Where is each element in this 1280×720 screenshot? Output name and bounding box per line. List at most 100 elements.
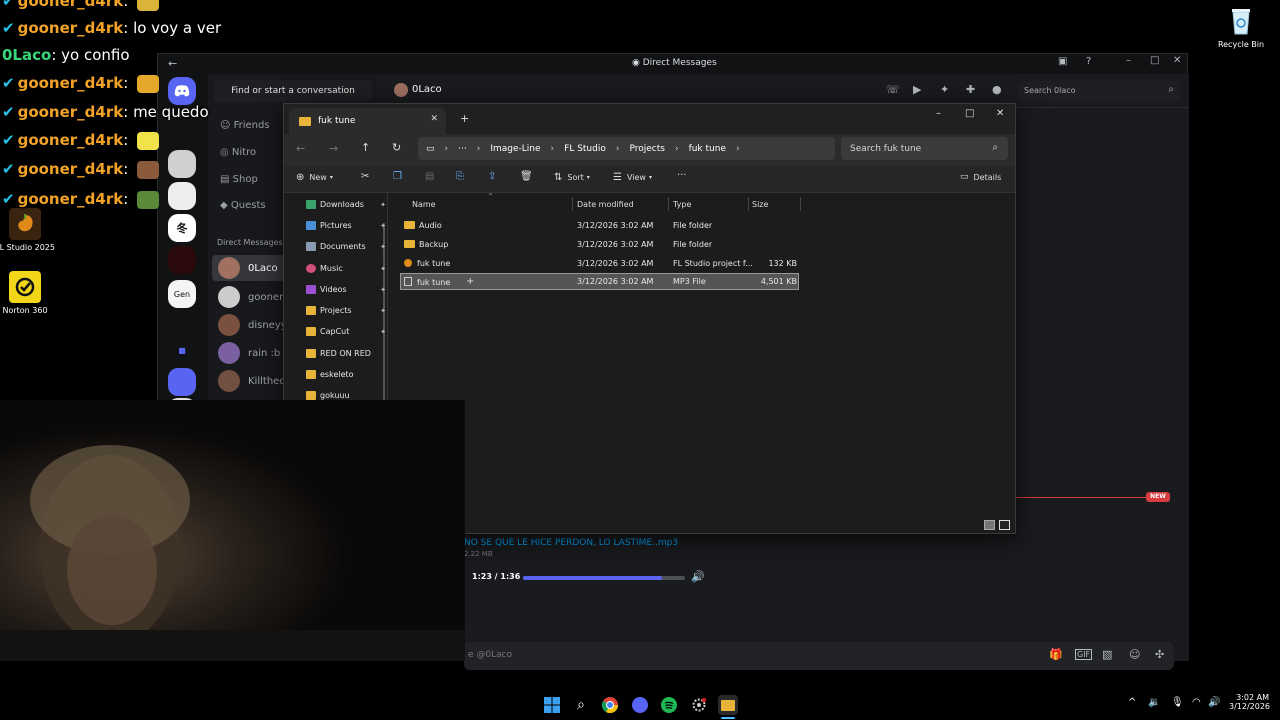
file-row[interactable]: Audio 3/12/2026 3:02 AM File folder [400,217,799,234]
crumb-fuk-tune[interactable]: fuk tune [689,144,726,154]
close-tab-icon[interactable]: ✕ [430,114,438,124]
message-input[interactable]: e @0Laco 🎁 GIF ▧ ☺ ✣ [464,642,1174,670]
dm-item-disneyy[interactable]: disneyy [218,314,287,336]
apps-icon[interactable]: ✣ [1155,648,1164,661]
audio-progress-track[interactable] [523,576,685,580]
nav-quests[interactable]: ◆ Quests [220,200,266,211]
sort-button[interactable]: ⇅ Sort ▾ [554,172,590,183]
dm-item-0laco[interactable]: 0Laco [218,257,278,279]
nav-item-red-on-red[interactable]: RED ON RED [306,349,386,358]
tiles-view-icon[interactable] [999,520,1010,530]
new-button[interactable]: ⊕ New ▾ [296,172,333,183]
start-windows-icon[interactable] [542,695,562,715]
column-size[interactable]: Size [752,200,768,209]
nav-item-capcut[interactable]: CapCut ✦ [306,327,386,336]
norton-desktop-icon[interactable]: Norton 360 [0,271,55,315]
crumb-image-line[interactable]: Image-Line [490,144,540,154]
server-icon-red[interactable] [168,246,196,274]
dm-item-killthed[interactable]: Killthed [218,370,286,392]
voice-call-icon[interactable]: ☏ [886,83,900,96]
nav-nitro[interactable]: ◎ Nitro [220,147,256,158]
sticker-icon[interactable]: ▧ [1102,648,1112,661]
wifi-icon[interactable]: ◠ [1192,697,1201,708]
forward-icon[interactable]: → [329,142,338,155]
back-arrow-icon[interactable]: ← [168,57,177,70]
server-icon-gen[interactable]: Gen [168,280,196,308]
file-row[interactable]: Backup 3/12/2026 3:02 AM File folder [400,236,799,253]
more-options-icon[interactable]: ··· [677,170,687,181]
gift-icon[interactable]: 🎁 [1049,648,1063,661]
nav-item-eskeleto[interactable]: eskeleto [306,370,386,379]
breadcrumb[interactable]: ▭ › ··· › Image-Line › FL Studio › Proje… [418,137,835,160]
column-divider[interactable] [668,197,669,211]
recycle-bin-desktop-icon[interactable]: Recycle Bin [1211,5,1271,49]
column-divider[interactable] [748,197,749,211]
chrome-icon[interactable] [600,695,620,715]
more-crumbs-icon[interactable]: ··· [458,144,467,154]
dm-item-gooner[interactable]: gooner.s [218,286,291,308]
minimize-icon[interactable]: – [1126,55,1131,66]
minimize-icon[interactable]: – [936,108,941,119]
speaker-icon[interactable]: 🔉 [1148,697,1160,708]
search-icon[interactable]: ⌕ [571,695,591,715]
refresh-icon[interactable]: ↻ [392,141,401,154]
rename-icon[interactable]: ⎘ [456,171,464,182]
dm-item-rain[interactable]: rain :b [218,342,280,364]
maximize-icon[interactable]: □ [1150,55,1159,66]
gif-icon[interactable]: GIF [1075,649,1093,660]
inbox-icon[interactable]: ▣ [1058,56,1067,67]
server-icon-discord[interactable] [168,368,196,396]
new-tab-icon[interactable]: + [460,112,469,125]
search-input[interactable]: Search fuk tune ⌕ [841,137,1008,160]
nav-item-documents[interactable]: Documents ✦ [306,242,386,251]
delete-icon[interactable]: 🗑 [520,171,533,182]
settings-gear-icon[interactable] [689,695,709,715]
cut-icon[interactable]: ✂ [361,171,369,182]
nav-shop[interactable]: ▤ Shop [220,174,258,185]
back-icon[interactable]: ← [296,142,305,155]
spotify-icon[interactable] [659,695,679,715]
nav-item-pictures[interactable]: Pictures ✦ [306,221,386,230]
file-row-selected[interactable]: fuk tune 3/12/2026 3:02 AM MP3 File 4,50… [400,273,799,290]
nav-item-projects[interactable]: Projects ✦ [306,306,386,315]
view-button[interactable]: ☰ View ▾ [613,172,652,183]
profile-icon[interactable]: ● [992,83,1002,96]
server-icon-sketch[interactable] [168,182,196,210]
show-hidden-icons-icon[interactable]: ^ [1128,697,1136,708]
nav-item-gokuuu[interactable]: gokuuu [306,391,386,400]
volume-icon[interactable]: 🔊 [1208,697,1220,708]
attachment-name[interactable]: NO SE QUE LE HICE PERDON, LO LASTIME..mp… [464,538,678,548]
find-conversation-input[interactable]: Find or start a conversation [214,80,372,102]
close-icon[interactable]: ✕ [996,108,1004,119]
column-date-modified[interactable]: Date modified [577,200,634,209]
pin-icon[interactable]: ✦ [940,83,949,96]
help-icon[interactable]: ? [1086,56,1091,67]
column-name[interactable]: Name [412,200,436,209]
fl-studio-desktop-icon[interactable]: FL Studio 2025 [0,208,55,252]
file-row[interactable]: fuk tune 3/12/2026 3:02 AM FL Studio pro… [400,255,799,272]
server-icon-kanji[interactable]: 冬 [168,214,196,242]
nav-item-music[interactable]: Music ✦ [306,264,386,273]
up-icon[interactable]: ↑ [361,141,370,154]
server-folder-icon[interactable]: ■ [168,336,196,364]
server-icon-skull[interactable] [168,150,196,178]
nav-item-videos[interactable]: Videos ✦ [306,285,386,294]
emoji-icon[interactable]: ☺ [1129,648,1140,661]
file-explorer-icon[interactable] [718,695,738,715]
share-icon[interactable]: ⇪ [488,171,496,182]
maximize-icon[interactable]: □ [965,108,974,119]
add-friend-icon[interactable]: ✚ [966,83,975,96]
nav-item-downloads[interactable]: Downloads ✦ [306,200,386,209]
crumb-fl-studio[interactable]: FL Studio [564,144,606,154]
crumb-projects[interactable]: Projects [629,144,664,154]
details-button[interactable]: ▭ Details [960,172,1001,182]
microphone-icon[interactable]: 🎙 [1171,697,1184,708]
column-divider[interactable] [800,197,801,211]
column-divider[interactable] [572,197,573,211]
discord-icon[interactable] [630,695,650,715]
copy-icon[interactable]: ❐ [393,171,402,182]
discord-home-icon[interactable] [168,77,196,105]
paste-icon[interactable]: ▤ [425,171,434,182]
nav-friends[interactable]: ☺ Friends [220,120,270,131]
video-call-icon[interactable]: ▶ [913,83,921,96]
